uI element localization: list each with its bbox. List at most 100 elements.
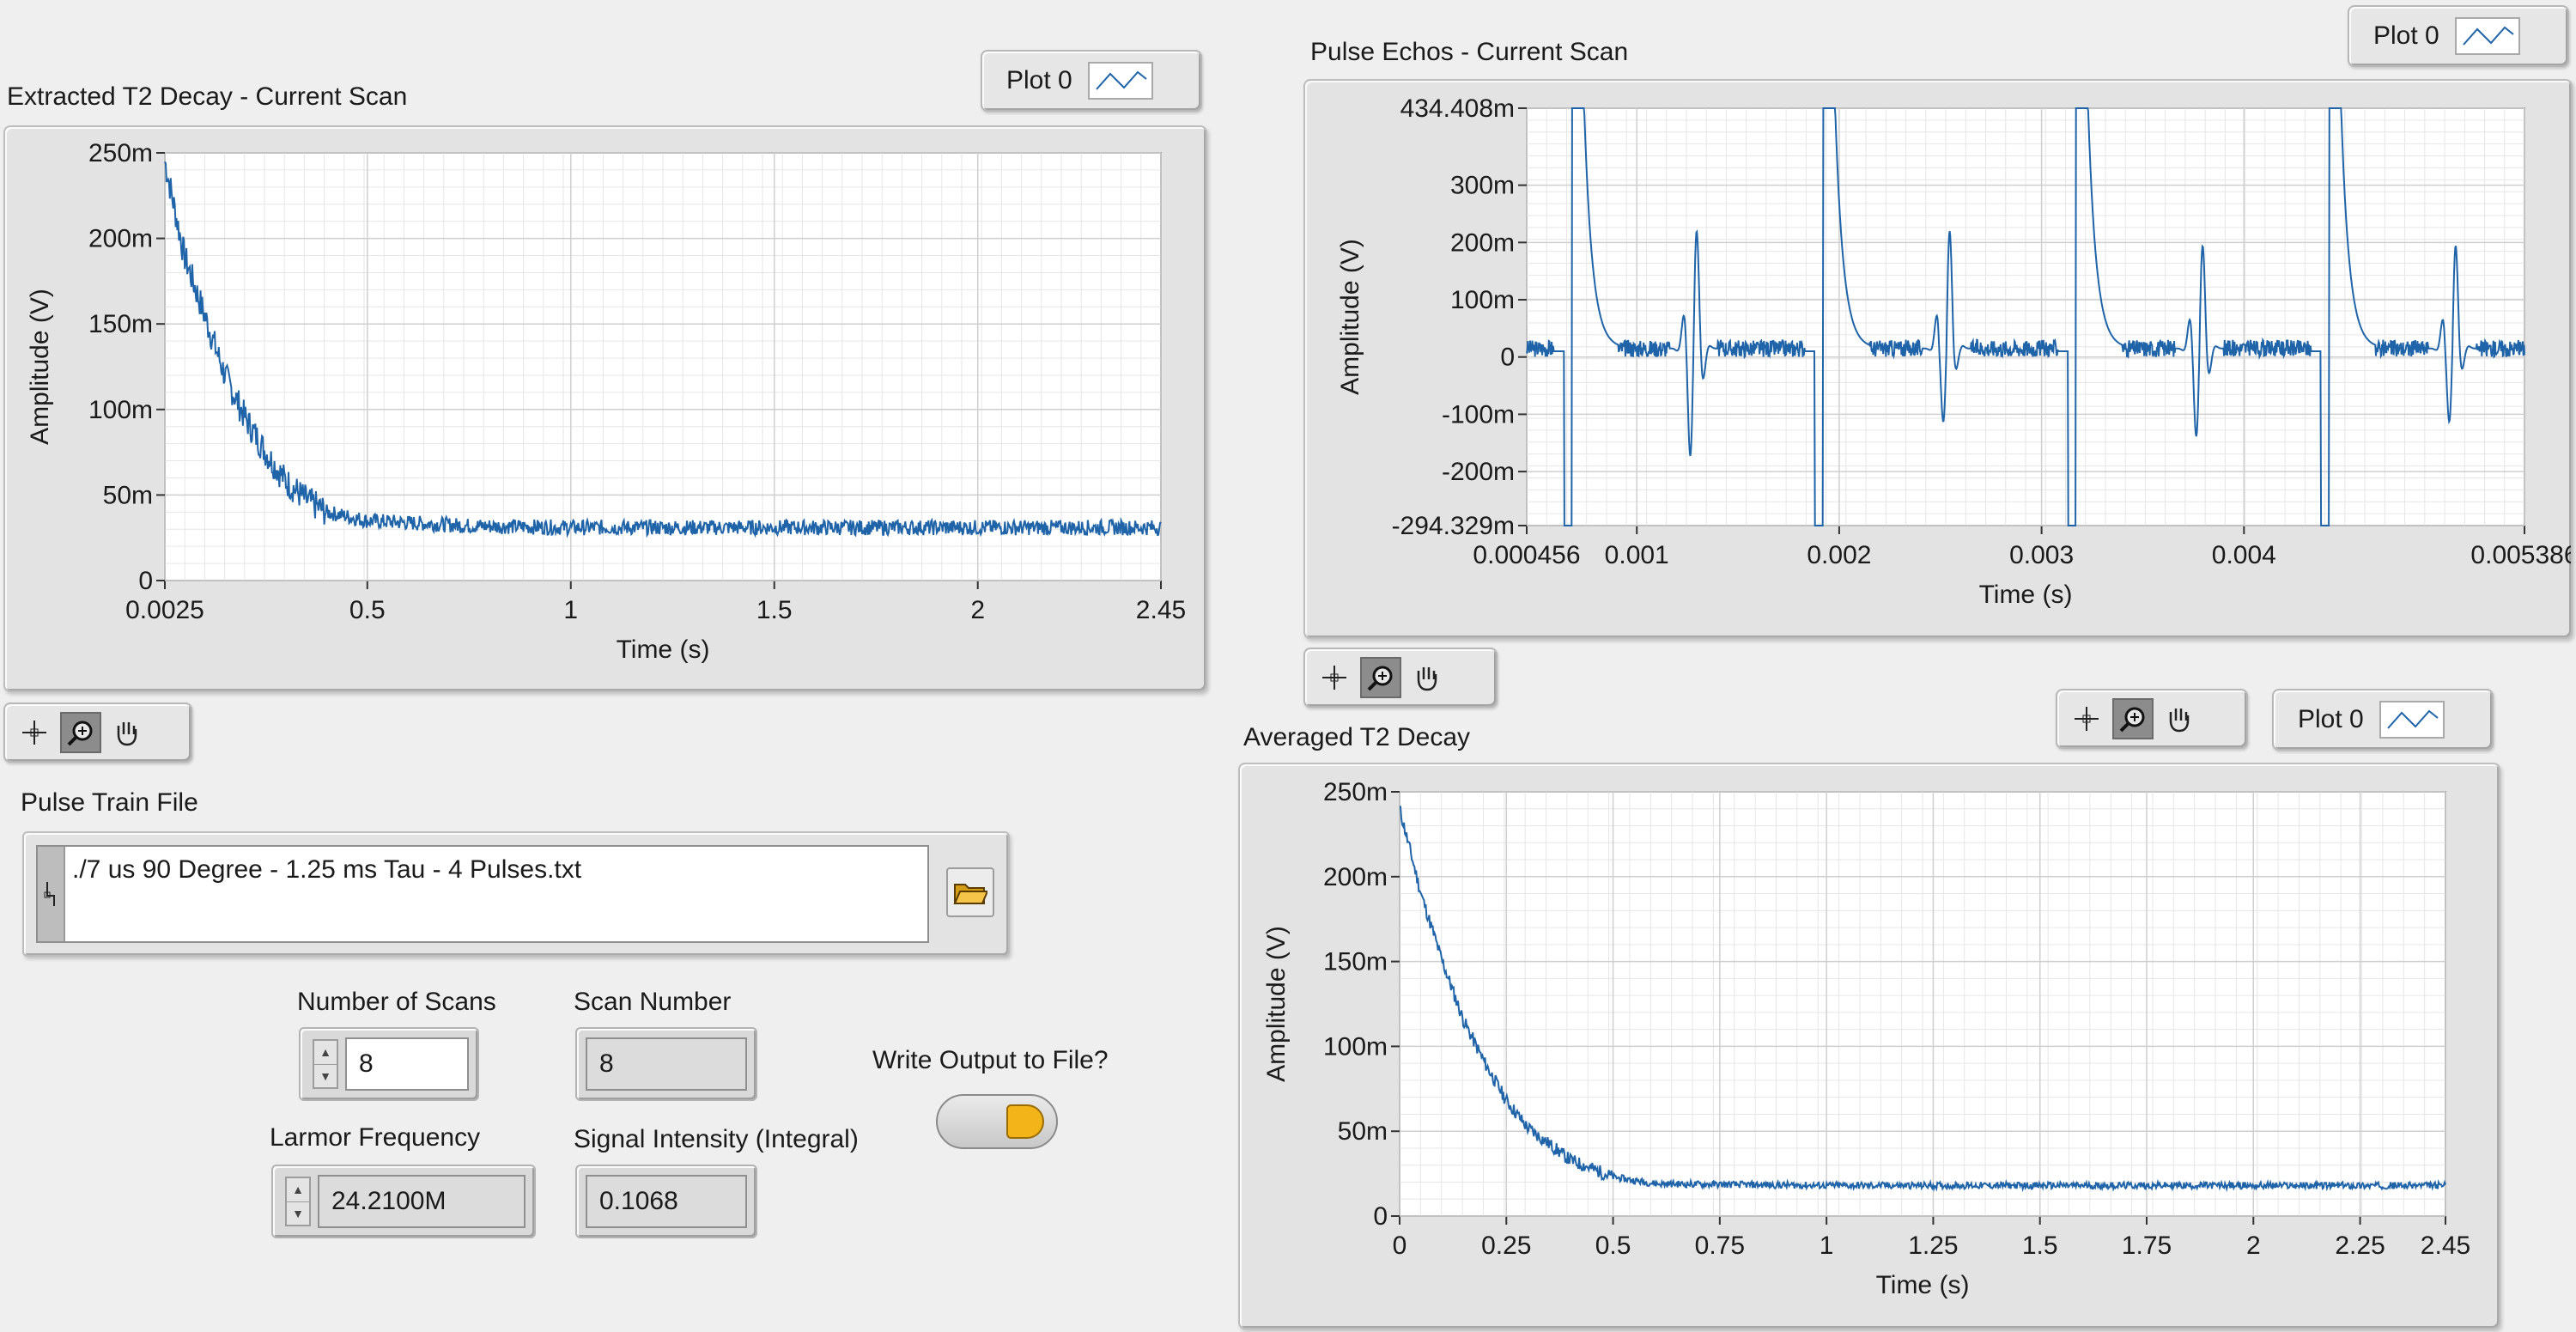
signal-intensity-label: Signal Intensity (Integral): [574, 1125, 859, 1153]
folder-icon: [953, 884, 987, 904]
zoom-tool-icon[interactable]: [60, 712, 101, 753]
browse-path-icon: [38, 847, 65, 941]
x-tick-label: 1.75: [2122, 1232, 2172, 1260]
y-tick-label: 0: [138, 567, 153, 595]
x-tick-label: 0.003: [2009, 541, 2074, 569]
x-axis-label: Time (s): [1979, 581, 2073, 609]
scan-number-value: 8: [586, 1037, 747, 1091]
scan-number-indicator: 8: [575, 1027, 757, 1101]
t2-current-chart[interactable]: 0.0025 0.5 1 1.5 2 2.45 250m 200m 150m 100m 50m 0 Ti…: [5, 127, 1206, 690]
toggle-led-icon: [1006, 1104, 1044, 1139]
x-tick-label: 0: [1393, 1232, 1407, 1260]
pulse-echos-chart[interactable]: 0.000456 0.001 0.002 0.003 0.004 0.005386 434.…: [1305, 81, 2576, 637]
pan-tool-icon[interactable]: [106, 712, 148, 753]
x-axis-label: Time (s): [1876, 1271, 1970, 1299]
pulse-train-file-label: Pulse Train File: [21, 788, 198, 817]
x-tick-label: 2: [970, 596, 985, 624]
x-tick-label: 2.45: [1136, 596, 1186, 624]
scan-number-label: Scan Number: [574, 988, 732, 1016]
number-of-scans-input[interactable]: 8: [345, 1037, 469, 1091]
y-axis-label: Amplitude (V): [26, 289, 54, 445]
signal-intensity-indicator: 0.1068: [575, 1165, 757, 1238]
t2-averaged-title: Averaged T2 Decay: [1243, 723, 1471, 751]
y-tick-label: 150m: [1323, 948, 1388, 976]
zoom-tool-icon[interactable]: [1360, 657, 1401, 698]
larmor-frequency-stepper[interactable]: ▲ ▼: [285, 1177, 311, 1226]
x-tick-label: 0.0025: [125, 596, 204, 624]
y-tick-label: 0: [1373, 1202, 1388, 1231]
plot-style-icon[interactable]: [2454, 17, 2520, 55]
x-tick-label: 0.5: [349, 596, 386, 624]
cursor-tool-icon[interactable]: [14, 712, 55, 753]
pulse-echos-chart-panel: 0.000456 0.001 0.002 0.003 0.004 0.005386 434.…: [1303, 79, 2576, 639]
t2-current-plot-legend[interactable]: Plot 0: [981, 50, 1202, 112]
pulse-echos-title: Pulse Echos - Current Scan: [1310, 38, 1629, 66]
x-tick-label: 2.25: [2335, 1232, 2385, 1260]
y-tick-label: 50m: [103, 481, 153, 509]
write-output-toggle[interactable]: [936, 1094, 1058, 1149]
t2-averaged-chart[interactable]: 0 0.25 0.5 0.75 1 1.25 1.5 1.75 2 2.25 2.45 250m 200…: [1240, 764, 2499, 1328]
y-tick-label: 100m: [1323, 1032, 1388, 1061]
x-tick-label: 1.25: [1908, 1232, 1958, 1260]
pulse-train-file-control: ./7 us 90 Degree - 1.25 ms Tau - 4 Pulse…: [22, 831, 1010, 957]
x-tick-label: 0.25: [1481, 1232, 1531, 1260]
legend-label: Plot 0: [1006, 66, 1072, 94]
legend-label: Plot 0: [2373, 21, 2439, 50]
y-tick-label: 200m: [88, 225, 153, 253]
cursor-tool-icon[interactable]: [1314, 657, 1355, 698]
x-tick-label: 0.005386: [2470, 541, 2571, 569]
x-tick-label: 1.5: [2022, 1232, 2058, 1260]
y-tick-label: 200m: [1450, 228, 1515, 257]
y-tick-label: 200m: [1323, 863, 1388, 891]
zoom-tool-icon[interactable]: [2112, 698, 2154, 739]
x-tick-label: 2: [2246, 1232, 2261, 1260]
t2-current-title: Extracted T2 Decay - Current Scan: [7, 82, 408, 111]
x-tick-label: 0.001: [1605, 541, 1669, 569]
x-tick-label: 0.002: [1807, 541, 1871, 569]
larmor-frequency-control: ▲ ▼ 24.2100M: [271, 1165, 536, 1238]
x-tick-label: 1: [563, 596, 578, 624]
pulse-train-file-path: ./7 us 90 Degree - 1.25 ms Tau - 4 Pulse…: [72, 855, 582, 884]
t2-current-chart-panel: 0.0025 0.5 1 1.5 2 2.45 250m 200m 150m 100m 50m 0 Ti…: [3, 125, 1207, 692]
x-tick-label: 0.004: [2212, 541, 2276, 569]
y-tick-label: 434.408m: [1400, 94, 1515, 123]
write-output-label: Write Output to File?: [872, 1046, 1109, 1074]
y-axis-label: Amplitude (V): [1262, 926, 1291, 1082]
y-tick-label: -100m: [1442, 400, 1515, 429]
pulse-train-file-path-field[interactable]: ./7 us 90 Degree - 1.25 ms Tau - 4 Pulse…: [36, 845, 929, 943]
number-of-scans-label: Number of Scans: [297, 988, 496, 1016]
y-tick-label: 100m: [88, 396, 153, 424]
plot-style-icon[interactable]: [1087, 62, 1153, 100]
signal-intensity-value: 0.1068: [586, 1175, 747, 1228]
y-tick-label: 250m: [88, 139, 153, 167]
t2-averaged-graph-palette: [2056, 689, 2248, 749]
legend-label: Plot 0: [2298, 705, 2364, 733]
t2-averaged-plot-legend[interactable]: Plot 0: [2272, 689, 2494, 751]
y-axis-label: Amplitude (V): [1336, 239, 1364, 395]
pulse-echos-graph-palette: [1303, 648, 1498, 708]
y-tick-label: 250m: [1323, 778, 1388, 806]
x-tick-label: 1.5: [756, 596, 793, 624]
pan-tool-icon[interactable]: [2159, 698, 2200, 739]
larmor-frequency-input[interactable]: 24.2100M: [318, 1175, 526, 1228]
y-tick-label: 300m: [1450, 172, 1515, 200]
x-tick-label: 0.000456: [1473, 541, 1580, 569]
x-tick-label: 0.75: [1695, 1232, 1745, 1260]
cursor-tool-icon[interactable]: [2066, 698, 2107, 739]
x-tick-label: 1: [1820, 1232, 1834, 1260]
number-of-scans-control: ▲ ▼ 8: [299, 1027, 479, 1101]
pulse-echos-plot-legend[interactable]: Plot 0: [2348, 5, 2569, 67]
t2-averaged-chart-panel: 0 0.25 0.5 0.75 1 1.25 1.5 1.75 2 2.25 2.45 250m 200…: [1238, 763, 2500, 1329]
x-tick-label: 2.45: [2421, 1232, 2470, 1260]
y-tick-label: -200m: [1442, 458, 1515, 486]
plot-style-icon[interactable]: [2379, 701, 2445, 739]
y-tick-label: 150m: [88, 310, 153, 338]
t2-current-graph-palette: [3, 702, 192, 763]
y-tick-label: 50m: [1338, 1117, 1388, 1146]
browse-folder-button[interactable]: [946, 867, 994, 917]
larmor-frequency-label: Larmor Frequency: [270, 1123, 481, 1152]
number-of-scans-stepper[interactable]: ▲ ▼: [313, 1039, 338, 1089]
x-tick-label: 0.5: [1595, 1232, 1631, 1260]
y-tick-label: 100m: [1450, 286, 1515, 314]
pan-tool-icon[interactable]: [1406, 657, 1448, 698]
